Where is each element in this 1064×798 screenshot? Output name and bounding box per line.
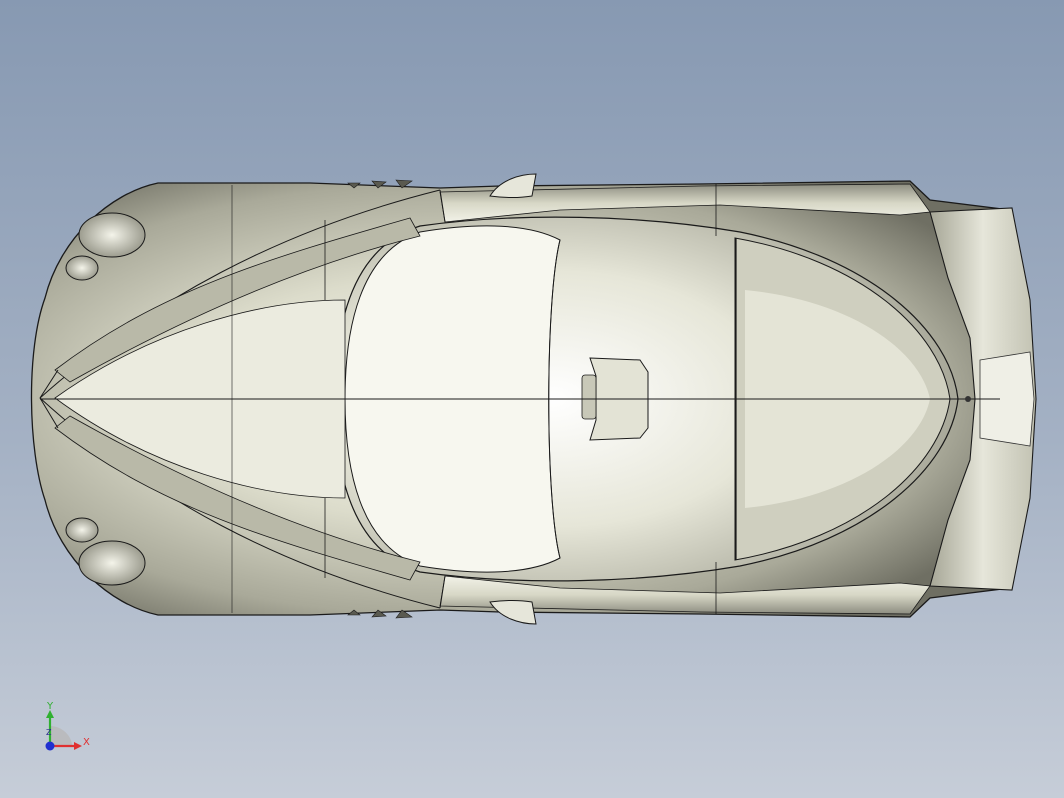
headlamp-lower-inner [65, 517, 99, 543]
rear-marker [965, 396, 971, 402]
headlamp-upper-outer [78, 212, 146, 258]
headlamp-upper-inner [65, 255, 99, 281]
x-axis-arrowhead-icon [74, 742, 82, 750]
y-axis-label: Y [47, 701, 54, 712]
roof-scoop-inlet [581, 374, 597, 420]
headlamp-lower-outer [78, 540, 146, 586]
graphics-viewport[interactable]: X Y Z [0, 0, 1064, 798]
car-body-model[interactable] [0, 0, 1064, 798]
z-axis-label: Z [46, 728, 52, 737]
z-axis-origin-icon [45, 741, 55, 751]
axis-triad[interactable]: X Y Z [38, 700, 98, 756]
x-axis-label: X [83, 737, 90, 748]
